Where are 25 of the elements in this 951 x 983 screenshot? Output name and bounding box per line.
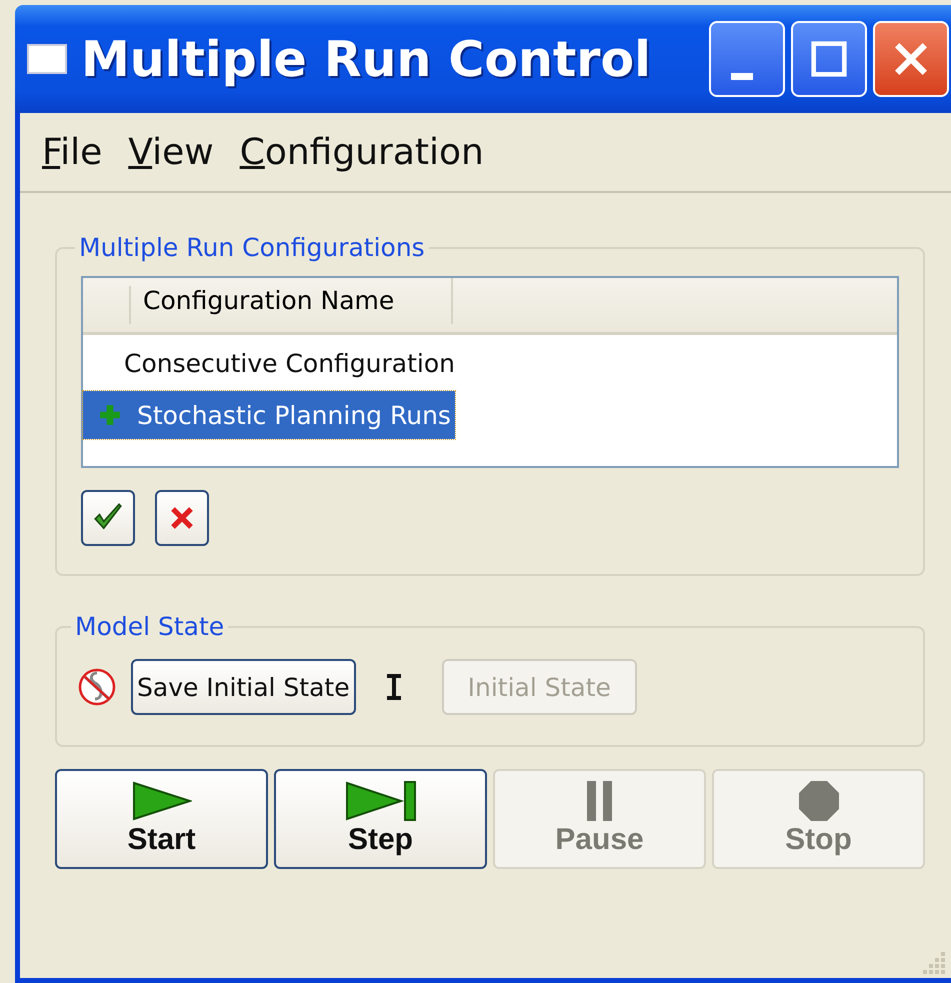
maximize-button[interactable] [791, 21, 867, 97]
group-title: Multiple Run Configurations [78, 233, 426, 262]
list-row[interactable]: Consecutive Configuration [83, 339, 455, 387]
minimize-icon [731, 72, 753, 80]
delete-button[interactable] [155, 490, 209, 546]
stop-icon [798, 781, 838, 821]
resize-grip-icon [923, 950, 947, 974]
menu-item[interactable]: File [42, 132, 102, 172]
menu-item[interactable]: Configuration [240, 132, 484, 172]
pause-icon [584, 781, 614, 821]
plus-icon [99, 404, 121, 426]
play-icon [132, 781, 192, 821]
list-row[interactable]: Stochastic Planning Runs [83, 391, 455, 439]
step-button[interactable]: Step [274, 769, 487, 869]
minimize-button[interactable] [709, 21, 785, 97]
prohibited-icon [77, 667, 117, 707]
group-title: Model State [74, 612, 226, 641]
close-button[interactable] [873, 21, 949, 97]
apply-button[interactable] [81, 490, 135, 546]
menu-item[interactable]: View [128, 132, 214, 172]
start-button[interactable]: Start [55, 769, 268, 869]
save-initial-state-button[interactable]: Save Initial State [131, 659, 356, 715]
window-icon [27, 44, 67, 74]
step-forward-icon [344, 781, 416, 821]
window-title: Multiple Run Control [81, 30, 652, 88]
